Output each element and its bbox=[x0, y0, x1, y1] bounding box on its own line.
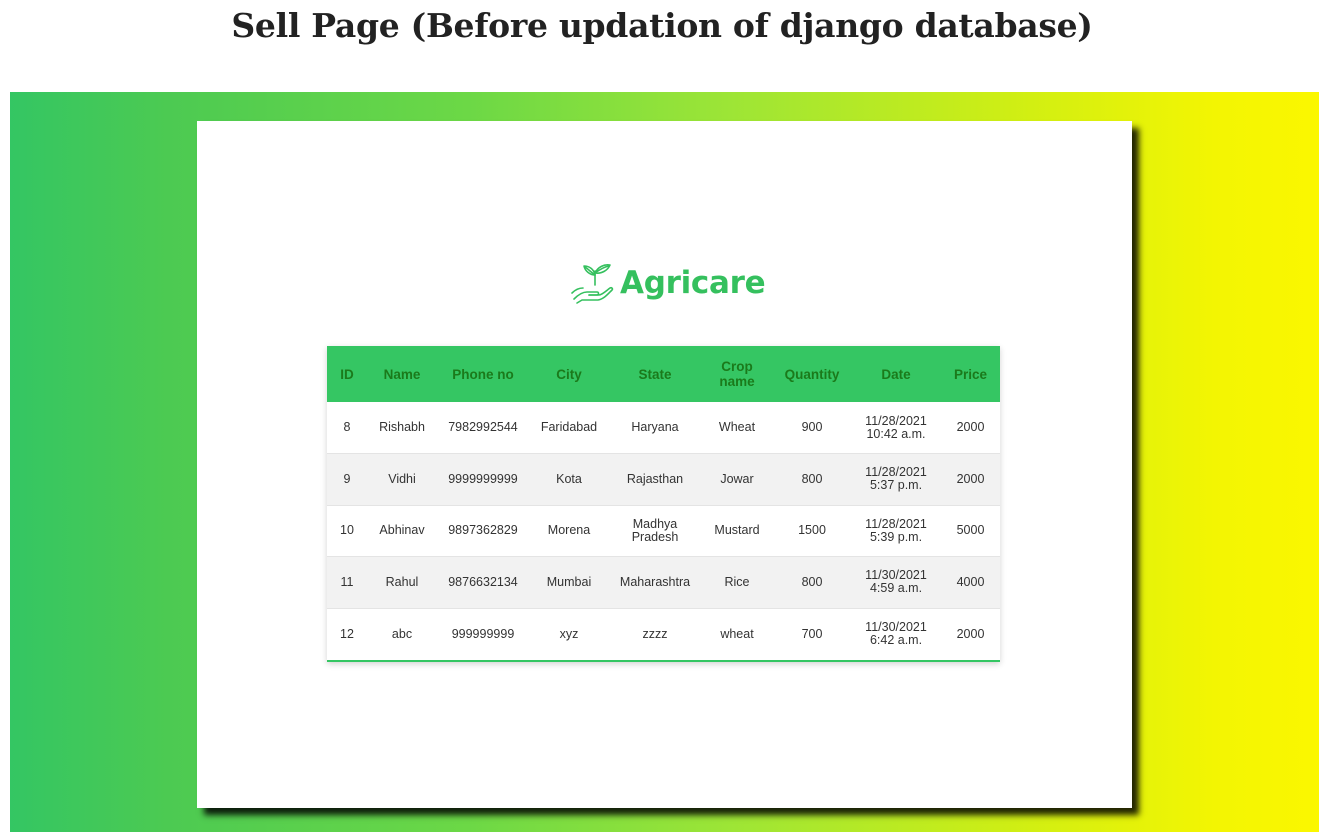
table-row: 10 Abhinav 9897362829 Morena Madhya Prad… bbox=[327, 505, 1000, 557]
page-card: Agricare ID Name Phone no City State Cro… bbox=[197, 121, 1132, 808]
cell-crop-name: Mustard bbox=[714, 523, 760, 538]
cell-phone: 9999999999 bbox=[448, 471, 518, 486]
table-row: 11 Rahul 9876632134 Mumbai Maharashtra R… bbox=[327, 556, 1000, 608]
sell-table-container: ID Name Phone no City State Crop name Qu… bbox=[327, 346, 1000, 662]
gradient-background: Agricare ID Name Phone no City State Cro… bbox=[10, 92, 1319, 832]
header-name: Name bbox=[383, 366, 421, 382]
header-crop-name: Crop name bbox=[719, 359, 755, 389]
table-header: ID Name Phone no City State Crop name Qu… bbox=[327, 346, 1000, 402]
cell-id: 12 bbox=[340, 626, 354, 641]
cell-phone: 9897362829 bbox=[448, 523, 518, 538]
cell-state: Maharashtra bbox=[619, 574, 691, 589]
cell-phone: 7982992544 bbox=[448, 420, 518, 434]
cell-quantity: 900 bbox=[801, 420, 823, 434]
plant-in-hand-icon bbox=[571, 264, 614, 304]
cell-name: Vidhi bbox=[388, 471, 416, 486]
table-row: 9 Vidhi 9999999999 Kota Rajasthan Jowar … bbox=[327, 453, 1000, 505]
header-city: City bbox=[556, 366, 582, 382]
cell-name: Rishabh bbox=[379, 420, 425, 434]
header-row: ID Name Phone no City State Crop name Qu… bbox=[327, 346, 1000, 402]
cell-quantity: 1500 bbox=[798, 523, 826, 538]
cell-phone: 999999999 bbox=[451, 626, 515, 641]
cell-quantity: 800 bbox=[801, 574, 823, 589]
cell-price: 4000 bbox=[956, 574, 985, 589]
cell-date: 11/30/2021 6:42 a.m. bbox=[865, 620, 927, 647]
cell-city: xyz bbox=[559, 626, 579, 641]
cell-price: 2000 bbox=[956, 420, 985, 434]
cell-state: Haryana bbox=[631, 420, 679, 434]
header-state: State bbox=[638, 366, 672, 382]
cell-id: 11 bbox=[340, 574, 354, 589]
cell-city: Faridabad bbox=[540, 420, 598, 434]
document-caption: Sell Page (Before updation of django dat… bbox=[231, 6, 1093, 45]
sell-table: ID Name Phone no City State Crop name Qu… bbox=[327, 346, 1000, 660]
cell-id: 9 bbox=[343, 471, 351, 486]
brand-logo[interactable]: Agricare bbox=[570, 261, 766, 305]
cell-city: Mumbai bbox=[546, 574, 592, 589]
cell-city: Kota bbox=[556, 471, 582, 486]
cell-id: 10 bbox=[340, 523, 354, 538]
cell-quantity: 700 bbox=[801, 626, 823, 641]
header-price: Price bbox=[953, 366, 988, 382]
cell-state: zzzz bbox=[642, 626, 668, 641]
cell-name: Abhinav bbox=[379, 523, 425, 538]
header-id: ID bbox=[340, 366, 354, 382]
brand-name: Agricare bbox=[620, 265, 766, 301]
cell-price: 2000 bbox=[956, 626, 985, 641]
cell-date: 11/28/2021 5:39 p.m. bbox=[865, 516, 927, 544]
cell-date: 11/28/2021 10:42 a.m. bbox=[865, 413, 927, 441]
table-body: 8 Rishabh 7982992544 Faridabad Haryana W… bbox=[327, 402, 1000, 660]
cell-crop-name: wheat bbox=[720, 626, 754, 641]
header-date: Date bbox=[881, 366, 911, 382]
cell-price: 2000 bbox=[956, 471, 985, 486]
cell-quantity: 800 bbox=[801, 471, 823, 486]
cell-state: Rajasthan bbox=[626, 471, 684, 486]
header-quantity: Quantity bbox=[784, 366, 840, 382]
cell-name: abc bbox=[391, 626, 413, 641]
cell-city: Morena bbox=[547, 523, 591, 538]
table-row: 12 abc 999999999 xyz zzzz wheat 700 11/3… bbox=[327, 608, 1000, 660]
cell-phone: 9876632134 bbox=[448, 574, 518, 589]
cell-crop-name: Jowar bbox=[720, 471, 754, 486]
cell-crop-name: Wheat bbox=[718, 420, 756, 434]
cell-name: Rahul bbox=[385, 574, 419, 589]
cell-date: 11/30/2021 4:59 a.m. bbox=[865, 568, 927, 596]
cell-crop-name: Rice bbox=[724, 574, 750, 589]
cell-date: 11/28/2021 5:37 p.m. bbox=[865, 465, 927, 493]
table-row: 8 Rishabh 7982992544 Faridabad Haryana W… bbox=[327, 402, 1000, 454]
cell-state: Madhya Pradesh bbox=[631, 516, 679, 544]
cell-id: 8 bbox=[343, 420, 351, 434]
cell-price: 5000 bbox=[956, 523, 985, 538]
header-phone: Phone no bbox=[452, 366, 514, 382]
